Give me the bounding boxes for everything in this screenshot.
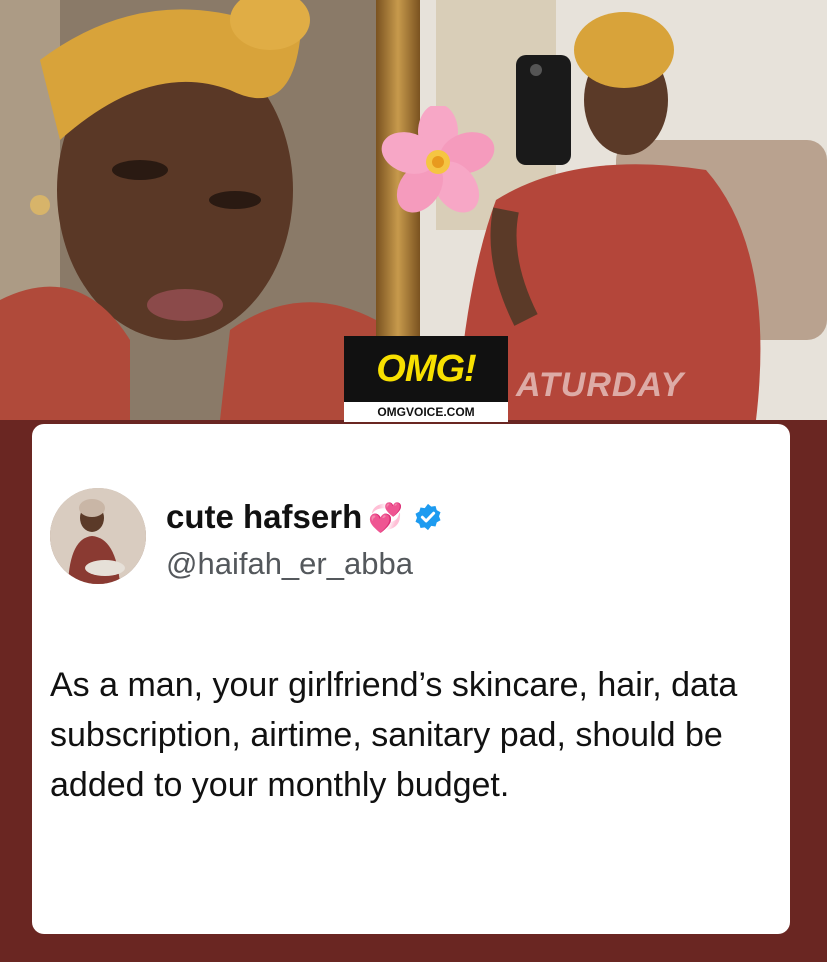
heart-emoji-icon: 💞 — [368, 501, 404, 533]
tweet-card: cute hafserh 💞 @haifah_er_abba As a man,… — [32, 424, 790, 934]
tweet-text: As a man, your girlfriend’s skincare, ha… — [50, 666, 738, 804]
verified-badge-icon — [415, 503, 441, 531]
left-selfie-illustration — [0, 0, 376, 420]
display-name-text: cute hafserh — [166, 498, 363, 535]
user-handle[interactable]: @haifah_er_abba — [166, 546, 413, 582]
omg-badge: OMG! — [344, 336, 508, 402]
display-name[interactable]: cute hafserh 💞 — [166, 498, 443, 536]
avatar-image — [50, 488, 146, 584]
omg-brand-logo: OMG! OMGVOICE.COM — [344, 336, 508, 422]
flower-sticker-icon — [381, 106, 495, 213]
omg-site-url: OMGVOICE.COM — [344, 402, 508, 422]
omg-logo-text: OMG! — [376, 347, 476, 390]
left-selfie-photo — [0, 0, 376, 420]
avatar[interactable] — [50, 488, 146, 584]
watermark-text: ATURDAY — [516, 366, 685, 404]
